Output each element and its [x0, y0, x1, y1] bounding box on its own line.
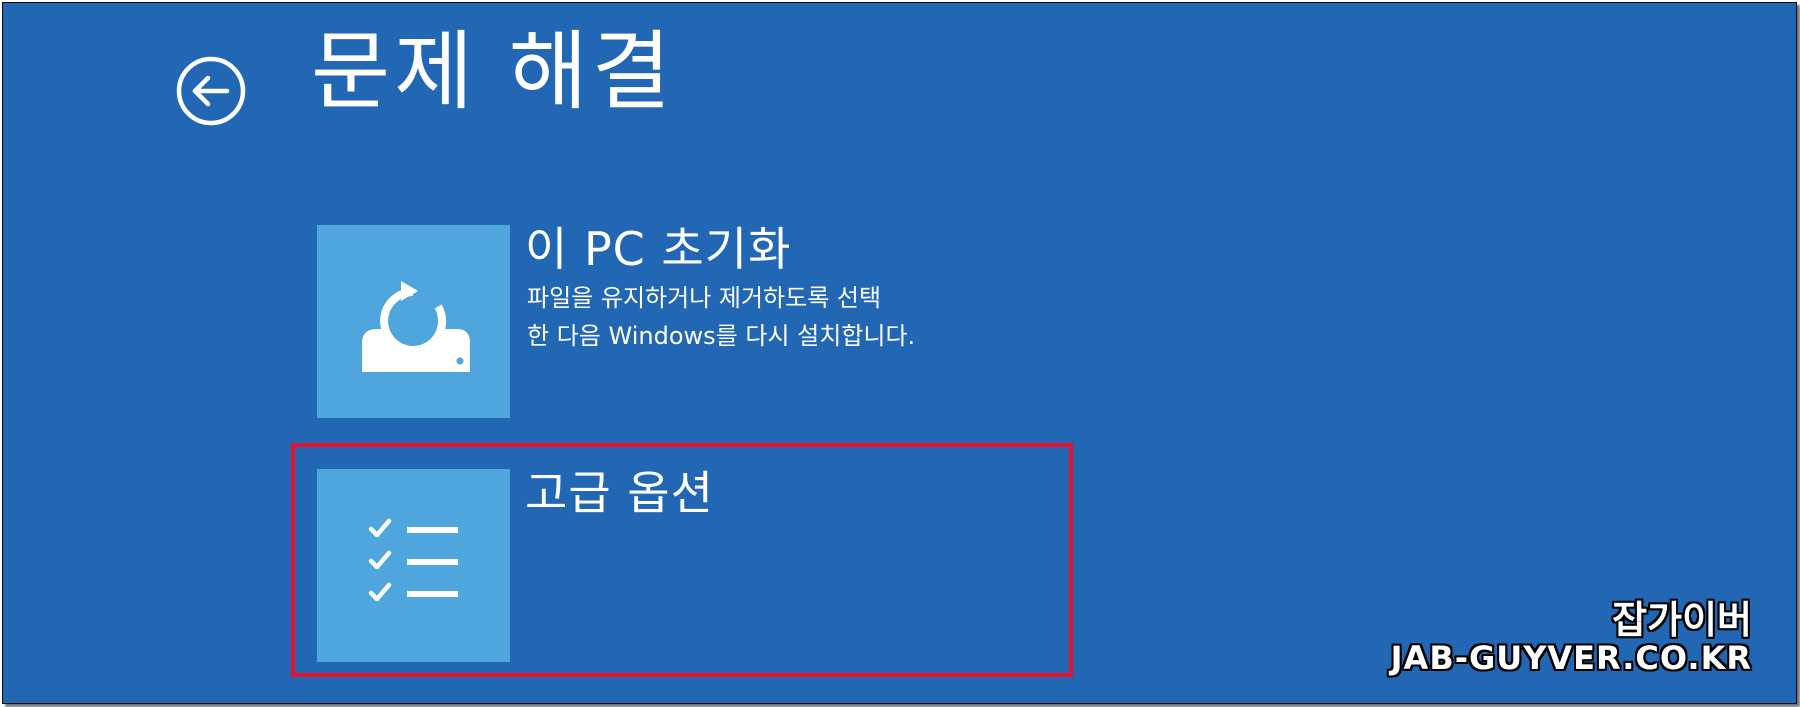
advanced-options-option[interactable]: 고급 옵션 [317, 466, 1077, 663]
reset-pc-description-line2: 한 다음 Windows를 다시 설치합니다. [527, 322, 916, 350]
back-button[interactable] [175, 55, 247, 127]
reset-pc-description: 파일을 유지하거나 제거하도록 선택 한 다음 Windows를 다시 설치합니… [527, 279, 915, 355]
reset-pc-title: 이 PC 초기화 [525, 222, 792, 276]
reset-pc-option[interactable]: 이 PC 초기화 파일을 유지하거나 제거하도록 선택 한 다음 Windows… [317, 222, 1077, 419]
reset-pc-description-line1: 파일을 유지하거나 제거하도록 선택 [527, 284, 882, 312]
back-arrow-circle-icon [176, 56, 246, 126]
troubleshoot-screen: 문제 해결 이 PC 초기화 파일을 유지하거나 제거하도록 선택 한 다음 W… [2, 2, 1797, 704]
reset-pc-icon [362, 281, 470, 372]
watermark-name: 잡가이버 [1612, 598, 1752, 642]
advanced-options-tile [317, 469, 510, 662]
watermark-url: JAB-GUYVER.CO.KR [1390, 639, 1752, 677]
advanced-options-title: 고급 옵션 [525, 466, 714, 520]
checklist-icon [368, 518, 458, 602]
page-title: 문제 해결 [311, 22, 675, 122]
reset-pc-tile [317, 225, 510, 418]
